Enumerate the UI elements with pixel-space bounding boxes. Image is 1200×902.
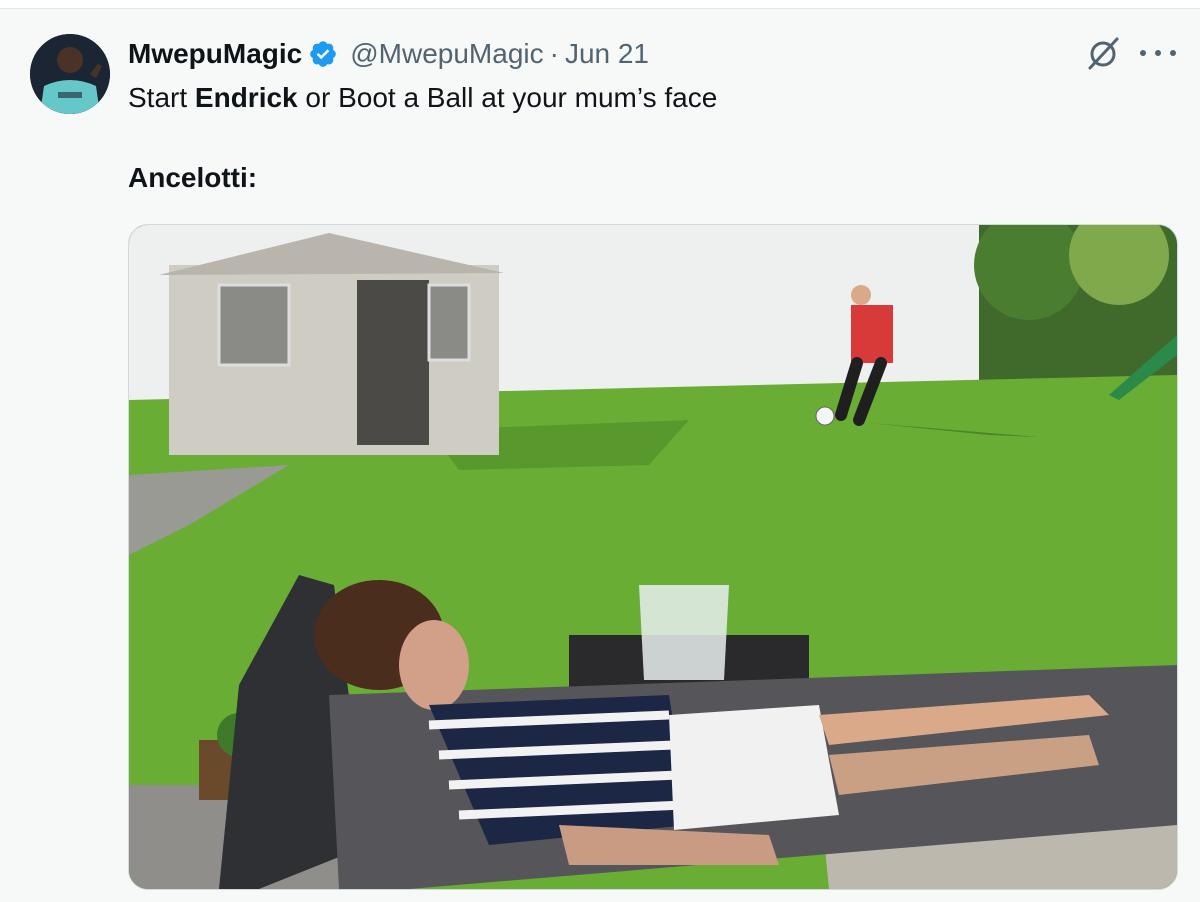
boy-shirt [851,305,893,363]
boy-head [851,285,871,305]
top-divider [0,0,1200,9]
tweet-text-line2: Ancelotti: [128,162,258,193]
tweet-date[interactable]: Jun 21 [565,38,649,70]
shed-window [217,283,291,367]
verified-badge-icon [310,41,337,67]
tweet-text-bold: Endrick [194,82,298,113]
more-dot [1170,50,1176,56]
video-frame [129,225,1177,889]
author-handle[interactable]: @MwepuMagic [350,38,543,70]
tweet-media-video[interactable] [128,224,1178,890]
tweet-text-line1: Start Endrick or Boot a Ball at your mum… [128,82,717,114]
shed-window-2 [427,283,471,362]
grok-icon[interactable] [1084,34,1122,72]
water-jug [639,585,729,680]
avatar-image [30,34,110,114]
tweet-text-post: or Boot a Ball at your mum’s face [297,82,718,113]
more-options-icon[interactable] [1140,40,1176,66]
football [815,406,835,426]
author-avatar[interactable] [30,34,110,114]
header-separator: · [549,38,559,69]
tweet-text-pre: Start [128,82,195,113]
woman-shorts [669,705,839,830]
tweet-header: MwepuMagic @MwepuMagic · Jun 21 [128,36,649,72]
woman-face [399,620,469,710]
shed-door [357,280,429,445]
more-dot [1140,50,1146,56]
author-name[interactable]: MwepuMagic [128,38,302,70]
more-dot [1155,50,1161,56]
